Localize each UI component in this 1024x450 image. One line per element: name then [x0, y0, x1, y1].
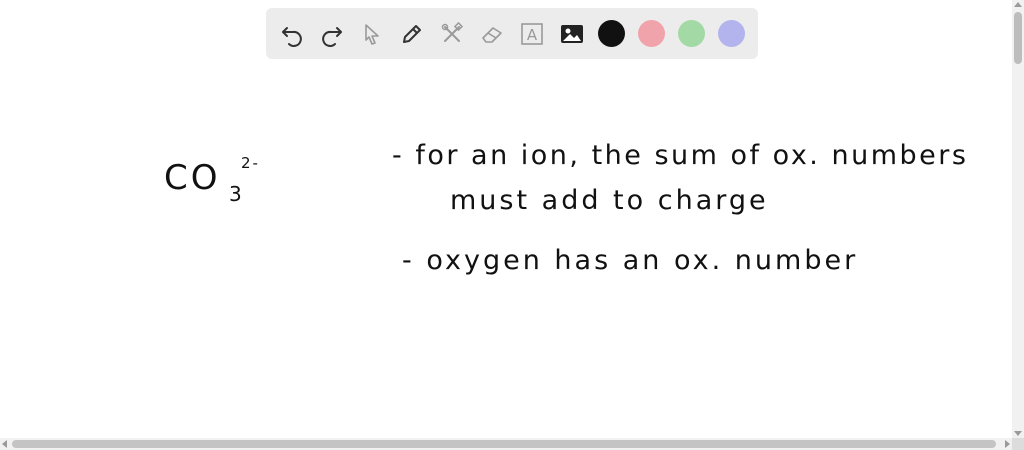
scroll-down-icon[interactable] — [1014, 431, 1022, 436]
vertical-scrollbar[interactable] — [1012, 0, 1024, 438]
horizontal-scrollbar[interactable] — [0, 438, 1012, 450]
scroll-up-icon[interactable] — [1014, 2, 1022, 7]
redo-icon — [322, 26, 342, 47]
eraser-button[interactable] — [478, 20, 506, 48]
color-green-swatch[interactable] — [678, 20, 705, 47]
drawing-toolbar: A — [266, 8, 758, 59]
undo-icon — [282, 26, 302, 47]
pen-button[interactable] — [398, 20, 426, 48]
horizontal-scroll-thumb[interactable] — [12, 440, 996, 448]
note-line-3: - oxygen has an ox. number — [402, 245, 859, 276]
color-purple-swatch[interactable] — [718, 20, 745, 47]
select-button[interactable] — [358, 20, 386, 48]
formula-base: CO — [164, 158, 221, 198]
formula-subscript: 3 — [229, 182, 244, 206]
formula-superscript: 2- — [241, 154, 260, 172]
text-tool-icon: A — [521, 22, 543, 45]
whiteboard-canvas[interactable]: A CO 3 2- - for an ion, the sum of ox. n… — [0, 0, 1012, 438]
image-icon — [561, 24, 583, 43]
color-pink-swatch[interactable] — [638, 20, 665, 47]
chemical-formula: CO — [164, 158, 221, 198]
scrollbar-corner — [1012, 438, 1024, 450]
tools-cross-icon — [441, 21, 464, 42]
select-pointer-icon — [365, 23, 379, 45]
undo-button[interactable] — [278, 20, 306, 48]
redo-button[interactable] — [318, 20, 346, 48]
note-line-1: - for an ion, the sum of ox. numbers — [392, 140, 969, 171]
vertical-scroll-thumb[interactable] — [1014, 12, 1022, 64]
eraser-icon — [482, 26, 502, 43]
scroll-left-icon[interactable] — [2, 440, 7, 448]
text-button[interactable]: A — [518, 20, 546, 48]
scroll-right-icon[interactable] — [1005, 440, 1010, 448]
color-black-swatch[interactable] — [598, 20, 625, 47]
pen-icon — [403, 24, 421, 43]
image-button[interactable] — [558, 20, 586, 48]
tools-button[interactable] — [438, 20, 466, 48]
text-tool-glyph: A — [527, 26, 538, 44]
note-line-2: must add to charge — [450, 185, 769, 216]
